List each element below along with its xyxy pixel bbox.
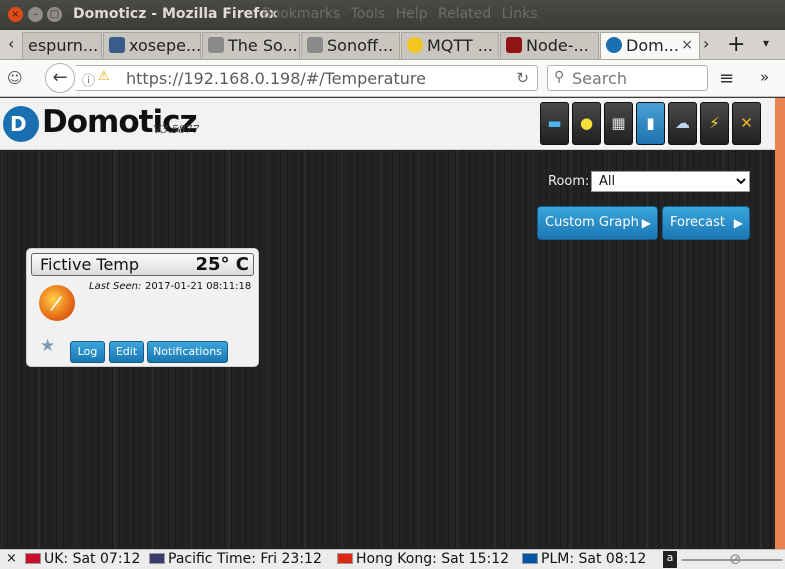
app-header: D Domoticz V3.5877 ▬ ● ▦ ▮ ☁ ⚡ ✕	[0, 98, 775, 150]
overflow-icon[interactable]: »	[760, 68, 769, 86]
tab-label: xosepe...	[129, 36, 201, 55]
weather-button[interactable]: ☁	[668, 102, 697, 145]
info-icon[interactable]: ⓘ	[82, 70, 95, 89]
tab-label: MQTT ...	[427, 36, 494, 55]
title-bar: × – □ Domoticz - Mozilla Firefox Bookmar…	[0, 0, 785, 30]
url-text[interactable]: https://192.168.0.198/#/Temperature	[126, 69, 426, 88]
clock-pacific: Pacific Time: Fri 23:12	[149, 551, 322, 567]
tab-label: The So...	[228, 36, 298, 55]
identity-icon[interactable]: ☺	[7, 69, 23, 87]
weather-icon: ☁	[675, 114, 690, 132]
search-icon: ⚲	[554, 69, 565, 85]
last-seen-value: 2017-01-21 08:11:18	[145, 281, 252, 292]
bulb-icon	[407, 37, 423, 53]
thermometer-sun-icon[interactable]: /	[39, 285, 75, 321]
navigation-bar: ☺ ← ⓘ ⚠ https://192.168.0.198/#/Temperat…	[0, 60, 785, 97]
arrow-right-icon: ▶	[733, 216, 743, 230]
device-card-header: Fictive Temp 25° C	[31, 253, 254, 276]
status-bar: × UK: Sat 07:12 Pacific Time: Fri 23:12 …	[0, 549, 785, 569]
window-maximize-button[interactable]: □	[47, 7, 62, 22]
tab-espurna[interactable]: espurn...	[22, 32, 102, 59]
tab-label: Sonoff...	[327, 36, 394, 55]
edit-button[interactable]: Edit	[109, 341, 144, 363]
sonoff-icon	[208, 37, 224, 53]
utility-button[interactable]: ⚡	[700, 102, 729, 145]
lightbulb-icon: ●	[579, 114, 594, 132]
clock-plm: PLM: Sat 08:12	[522, 551, 646, 567]
tab-close-button[interactable]: ×	[681, 33, 693, 58]
new-tab-button[interactable]: +	[727, 32, 745, 57]
tab-label: Dom...	[626, 36, 679, 55]
arrow-right-icon: ▶	[641, 216, 651, 230]
clock-uk: UK: Sat 07:12	[25, 551, 140, 567]
tab-scroll-right-button[interactable]: ›	[703, 34, 709, 53]
scenes-button[interactable]: ▦	[604, 102, 633, 145]
tab-label: espurn...	[28, 36, 99, 55]
utility-icon: ⚡	[709, 114, 720, 132]
window-close-button[interactable]: ×	[8, 7, 23, 22]
tab-strip: ‹ espurn... xosepe... The So... Sonoff..…	[0, 30, 785, 60]
tab-domoticz[interactable]: Dom... ×	[600, 32, 700, 59]
last-seen-label: Last Seen:	[89, 281, 142, 292]
window-minimize-button[interactable]: –	[28, 7, 43, 22]
search-input[interactable]	[572, 68, 702, 88]
log-button[interactable]: Log	[70, 341, 105, 363]
clock-hong-kong: Hong Kong: Sat 15:12	[337, 551, 509, 567]
forecast-label: Forecast	[670, 215, 726, 230]
domoticz-icon	[606, 37, 622, 53]
us-flag-icon	[149, 553, 165, 564]
temperature-button[interactable]: ▮	[636, 102, 665, 145]
tab-scroll-left-button[interactable]: ‹	[8, 34, 14, 53]
reload-icon[interactable]: ↻	[516, 69, 529, 87]
dashboard-icon: ▬	[547, 114, 562, 132]
scrollbar[interactable]	[775, 98, 785, 549]
back-button[interactable]: ←	[45, 63, 75, 93]
window-title: Domoticz - Mozilla Firefox	[73, 6, 278, 22]
hamburger-menu-icon[interactable]: ≡	[719, 68, 734, 89]
app-version: V3.5877	[153, 123, 200, 136]
tab-the-sonoff[interactable]: The So...	[202, 32, 300, 59]
url-bar[interactable]: ⓘ ⚠ https://192.168.0.198/#/Temperature …	[76, 65, 538, 91]
sonoff-icon	[307, 37, 323, 53]
node-red-icon	[506, 37, 522, 53]
temperature-icon: ▮	[646, 114, 655, 132]
tab-node-red[interactable]: Node-...	[500, 32, 599, 59]
menu-bar-ghost: Bookmarks Tools Help Related Links	[262, 6, 538, 22]
github-icon	[109, 37, 125, 53]
device-temperature: 25° C	[195, 254, 249, 275]
setup-icon: ✕	[740, 114, 753, 132]
uk-flag-icon	[25, 553, 41, 564]
forecast-button[interactable]: Forecast ▶	[662, 206, 750, 240]
switches-button[interactable]: ●	[572, 102, 601, 145]
room-label: Room:	[548, 174, 590, 189]
search-bar[interactable]: ⚲	[547, 65, 708, 91]
room-select[interactable]: All	[591, 171, 750, 192]
tab-mqtt[interactable]: MQTT ...	[401, 32, 499, 59]
device-name: Fictive Temp	[40, 255, 140, 274]
device-card: Fictive Temp 25° C / Last Seen: 2017-01-…	[26, 248, 259, 367]
tab-sonoff[interactable]: Sonoff...	[301, 32, 400, 59]
dashboard-button[interactable]: ▬	[540, 102, 569, 145]
insecure-lock-icon[interactable]: ⚠	[98, 69, 110, 84]
favorite-star-icon[interactable]: ★	[40, 336, 55, 356]
no-entry-icon[interactable]: ⊘	[729, 550, 742, 568]
extension-icon[interactable]: a	[663, 551, 677, 568]
domoticz-logo-icon: D	[3, 106, 39, 142]
notifications-button[interactable]: Notifications	[147, 341, 228, 363]
hk-flag-icon	[337, 553, 353, 564]
close-icon[interactable]: ×	[6, 551, 17, 566]
custom-graph-button[interactable]: Custom Graph ▶	[537, 206, 658, 240]
scenes-icon: ▦	[611, 114, 626, 132]
page-content: D Domoticz V3.5877 ▬ ● ▦ ▮ ☁ ⚡ ✕ Room: A…	[0, 98, 785, 549]
fr-flag-icon	[522, 553, 538, 564]
custom-graph-label: Custom Graph	[545, 215, 639, 230]
tab-xosepe[interactable]: xosepe...	[103, 32, 201, 59]
setup-button[interactable]: ✕	[732, 102, 761, 145]
tab-list-button[interactable]: ▾	[763, 36, 769, 50]
tab-label: Node-...	[526, 36, 589, 55]
